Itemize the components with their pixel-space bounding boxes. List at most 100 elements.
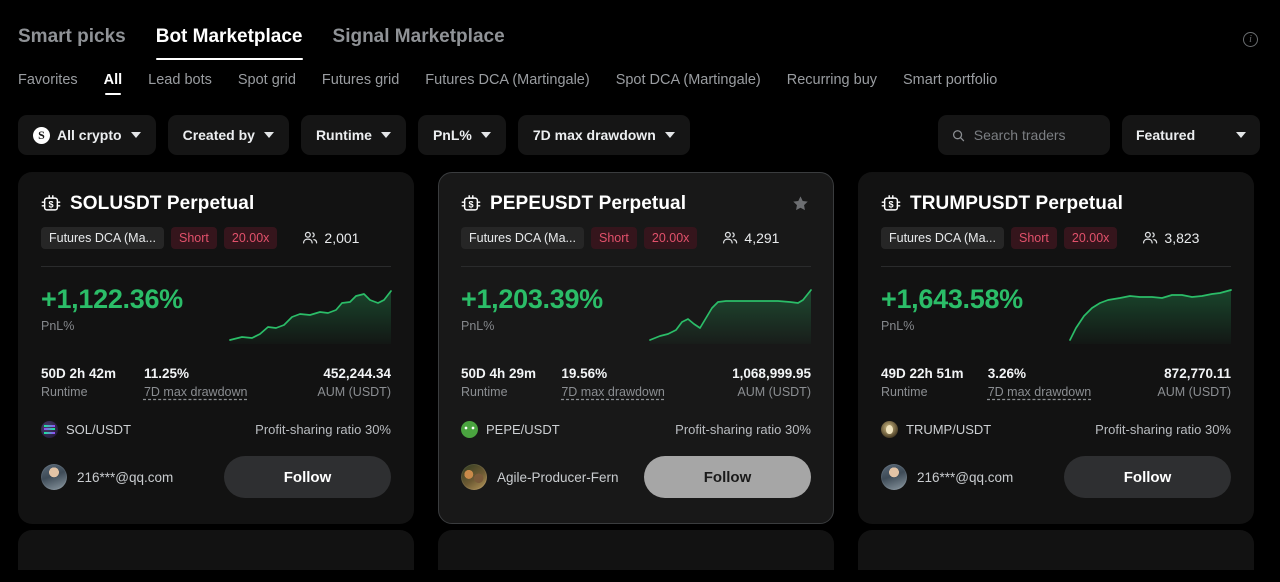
aum-value: 872,770.11 xyxy=(1164,366,1231,381)
chevron-down-icon xyxy=(1236,132,1246,138)
author-name: Agile-Producer-Fern xyxy=(497,469,619,485)
drawdown-label[interactable]: 7D max drawdown xyxy=(988,385,1092,399)
follow-button[interactable]: Follow xyxy=(644,456,811,498)
author[interactable]: Agile-Producer-Fern xyxy=(461,464,619,490)
card-author-row: Agile-Producer-Fern Follow xyxy=(461,456,811,498)
filter-created-by-label: Created by xyxy=(182,127,255,143)
trading-pair-label: TRUMP/USDT xyxy=(906,422,992,437)
card-pair-row: PEPE/USDT Profit-sharing ratio 30% xyxy=(461,421,811,438)
bot-card-partial[interactable] xyxy=(18,530,414,570)
tag-leverage: 20.00x xyxy=(1063,227,1118,249)
card-divider xyxy=(41,266,391,267)
bot-dollar-icon: $ xyxy=(461,195,481,211)
subtab-favorites[interactable]: Favorites xyxy=(18,72,78,97)
filter-drawdown[interactable]: 7D max drawdown xyxy=(517,115,690,155)
filter-runtime[interactable]: Runtime xyxy=(300,115,406,155)
stat-drawdown: 11.25% 7D max drawdown xyxy=(144,366,248,399)
tab-smart-picks[interactable]: Smart picks xyxy=(18,26,126,60)
bot-card[interactable]: $ PEPEUSDT Perpetual Futures DCA (Ma... … xyxy=(438,172,834,524)
runtime-value: 50D 4h 29m xyxy=(461,366,537,381)
filter-runtime-label: Runtime xyxy=(315,127,372,143)
people-icon xyxy=(723,231,738,244)
avatar xyxy=(881,464,907,490)
runtime-value: 49D 22h 51m xyxy=(881,366,964,381)
card-title: TRUMPUSDT Perpetual xyxy=(910,193,1124,214)
svg-text:$: $ xyxy=(888,200,893,210)
tab-bot-marketplace[interactable]: Bot Marketplace xyxy=(155,26,303,60)
bot-card-partial[interactable] xyxy=(438,530,834,570)
chevron-down-icon xyxy=(130,132,141,138)
aum-label: AUM (USDT) xyxy=(317,385,391,399)
card-tags: Futures DCA (Ma... Short 20.00x 4,291 xyxy=(461,227,811,249)
search-input[interactable] xyxy=(973,127,1096,143)
drawdown-label[interactable]: 7D max drawdown xyxy=(561,385,665,399)
card-title: PEPEUSDT Perpetual xyxy=(490,193,687,214)
follow-button[interactable]: Follow xyxy=(224,456,391,498)
drawdown-value: 19.56% xyxy=(561,366,608,381)
pnl-block: +1,122.36% PnL% xyxy=(41,284,392,352)
follow-button[interactable]: Follow xyxy=(1064,456,1231,498)
tab-signal-marketplace[interactable]: Signal Marketplace xyxy=(333,26,505,60)
subtab-lead-bots[interactable]: Lead bots xyxy=(148,72,212,97)
chevron-down-icon xyxy=(480,132,491,138)
tag-leverage: 20.00x xyxy=(643,227,698,249)
search-icon xyxy=(952,129,965,141)
author[interactable]: 216***@qq.com xyxy=(881,464,1013,490)
tag-strategy-type: Futures DCA (Ma... xyxy=(461,227,584,249)
sort-dropdown-label: Featured xyxy=(1136,127,1196,143)
category-tab-bar: Favorites All Lead bots Spot grid Future… xyxy=(0,60,1280,97)
subtab-futures-grid[interactable]: Futures grid xyxy=(322,72,399,97)
info-icon[interactable]: i xyxy=(1243,32,1258,47)
svg-text:$: $ xyxy=(468,200,473,210)
card-stats: 49D 22h 51m Runtime 3.26% 7D max drawdow… xyxy=(881,366,1231,399)
bot-card[interactable]: $ SOLUSDT Perpetual Futures DCA (Ma... S… xyxy=(18,172,414,524)
pepe-coin-icon xyxy=(461,421,478,438)
stat-aum: 1,068,999.95 AUM (USDT) xyxy=(732,366,811,399)
subtab-smart-portfolio[interactable]: Smart portfolio xyxy=(903,72,997,97)
subtab-all[interactable]: All xyxy=(104,72,122,97)
tag-leverage: 20.00x xyxy=(223,227,278,249)
pnl-block: +1,643.58% PnL% xyxy=(881,284,1232,352)
bot-dollar-icon: $ xyxy=(41,195,61,211)
avatar xyxy=(461,464,487,490)
stat-runtime: 50D 4h 29m Runtime xyxy=(461,366,536,399)
search-traders-box[interactable] xyxy=(938,115,1110,155)
author[interactable]: 216***@qq.com xyxy=(41,464,173,490)
subtab-spot-grid[interactable]: Spot grid xyxy=(238,72,296,97)
followers-count: 2,001 xyxy=(302,230,359,246)
subtab-spot-dca[interactable]: Spot DCA (Martingale) xyxy=(616,72,761,97)
filter-created-by[interactable]: Created by xyxy=(167,115,289,155)
avatar xyxy=(41,464,67,490)
card-pair-row: SOL/USDT Profit-sharing ratio 30% xyxy=(41,421,391,438)
card-tags: Futures DCA (Ma... Short 20.00x 2,001 xyxy=(41,227,391,249)
bot-card[interactable]: $ TRUMPUSDT Perpetual Futures DCA (Ma...… xyxy=(858,172,1254,524)
favorite-star-icon[interactable] xyxy=(792,195,809,212)
subtab-futures-dca[interactable]: Futures DCA (Martingale) xyxy=(425,72,589,97)
card-tags: Futures DCA (Ma... Short 20.00x 3,823 xyxy=(881,227,1231,249)
bot-card-partial[interactable] xyxy=(858,530,1254,570)
subtab-recurring-buy[interactable]: Recurring buy xyxy=(787,72,877,97)
tag-strategy-type: Futures DCA (Ma... xyxy=(41,227,164,249)
sort-dropdown[interactable]: Featured xyxy=(1122,115,1260,155)
profit-sharing-label: Profit-sharing ratio 30% xyxy=(255,422,391,437)
pnl-sparkline-chart xyxy=(649,289,812,344)
filter-all-crypto[interactable]: All crypto xyxy=(18,115,156,155)
filter-all-crypto-label: All crypto xyxy=(57,127,122,143)
trading-pair-label: SOL/USDT xyxy=(66,422,132,437)
chevron-down-icon xyxy=(263,132,274,138)
trading-pair: PEPE/USDT xyxy=(461,421,560,438)
followers-value: 3,823 xyxy=(1164,230,1200,246)
trading-pair: TRUMP/USDT xyxy=(881,421,991,438)
card-author-row: 216***@qq.com Follow xyxy=(41,456,391,498)
stat-drawdown: 19.56% 7D max drawdown xyxy=(561,366,665,399)
drawdown-value: 11.25% xyxy=(143,366,189,381)
people-icon xyxy=(1143,231,1158,244)
aum-label: AUM (USDT) xyxy=(1157,385,1231,399)
drawdown-label[interactable]: 7D max drawdown xyxy=(144,385,248,399)
trump-coin-icon xyxy=(881,421,898,438)
card-stats: 50D 2h 42m Runtime 11.25% 7D max drawdow… xyxy=(41,366,391,399)
followers-count: 3,823 xyxy=(1142,230,1199,246)
filter-pnl[interactable]: PnL% xyxy=(417,115,506,155)
stat-runtime: 49D 22h 51m Runtime xyxy=(881,366,964,399)
card-pair-row: TRUMP/USDT Profit-sharing ratio 30% xyxy=(881,421,1231,438)
